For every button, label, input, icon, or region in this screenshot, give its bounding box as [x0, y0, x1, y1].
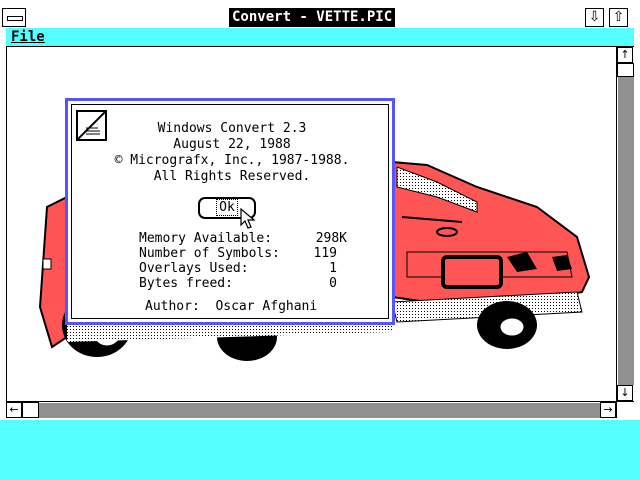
- car-left-marker: [42, 258, 52, 270]
- scroll-up-button[interactable]: ↑: [617, 47, 633, 63]
- menu-file[interactable]: File: [11, 29, 45, 45]
- horizontal-scrollbar[interactable]: ← →: [6, 401, 616, 418]
- stat-label-memory: Memory Available:: [139, 231, 273, 246]
- system-menu-icon[interactable]: [2, 8, 26, 27]
- copyright: © Micrografx, Inc., 1987-1988.: [114, 153, 350, 168]
- window-title: Convert - VETTE.PIC: [229, 8, 396, 27]
- scroll-down-button[interactable]: ↓: [617, 385, 633, 401]
- arrow-down-icon: ↓: [620, 386, 630, 399]
- release-date: August 22, 1988: [173, 137, 291, 152]
- horizontal-scroll-track[interactable]: [39, 403, 600, 418]
- stat-value-bytes: 0: [329, 276, 337, 291]
- stat-value-memory: 298K: [315, 231, 347, 246]
- vertical-scroll-thumb[interactable]: [617, 63, 634, 77]
- author-line: Author: Oscar Afghani: [145, 299, 317, 314]
- title-bar[interactable]: Convert - VETTE.PIC ⇩ ⇧: [0, 5, 640, 28]
- about-dialog-inner: Windows Convert 2.3 August 22, 1988 © Mi…: [71, 104, 389, 319]
- vertical-scrollbar[interactable]: ↑ ↓: [616, 47, 634, 401]
- license-plate: [441, 255, 503, 289]
- minimize-button[interactable]: ⇩: [585, 8, 604, 27]
- arrow-up-icon: ↑: [620, 48, 630, 61]
- stat-value-symbols: 119: [313, 246, 337, 261]
- arrow-down-icon: ⇩: [588, 9, 601, 25]
- mouse-pointer-icon: [240, 208, 256, 229]
- rights-reserved: All Rights Reserved.: [153, 169, 311, 184]
- stat-value-overlays: 1: [329, 261, 337, 276]
- app-name-version: Windows Convert 2.3: [157, 121, 307, 136]
- about-dialog: Windows Convert 2.3 August 22, 1988 © Mi…: [65, 98, 395, 325]
- vertical-scroll-track[interactable]: [618, 77, 634, 385]
- scroll-left-button[interactable]: ←: [6, 402, 22, 418]
- author-label: Author:: [145, 299, 200, 314]
- maximize-button[interactable]: ⇧: [609, 8, 628, 27]
- arrow-left-icon: ←: [9, 403, 19, 416]
- stat-label-bytes: Bytes freed:: [139, 276, 233, 291]
- author-name: Oscar Afghani: [215, 299, 318, 314]
- menu-file-label: File: [11, 29, 45, 45]
- menu-bar: File: [6, 28, 634, 47]
- ok-button-label: Ok: [216, 199, 238, 216]
- scrollbar-corner: [616, 401, 634, 418]
- horizontal-scroll-thumb[interactable]: [22, 402, 39, 418]
- stat-label-overlays: Overlays Used:: [139, 261, 249, 276]
- stat-label-symbols: Number of Symbols:: [139, 246, 280, 261]
- car-right-hub: [499, 317, 525, 337]
- arrow-up-icon: ⇧: [612, 9, 625, 25]
- arrow-right-icon: →: [603, 403, 613, 416]
- scroll-right-button[interactable]: →: [600, 402, 616, 418]
